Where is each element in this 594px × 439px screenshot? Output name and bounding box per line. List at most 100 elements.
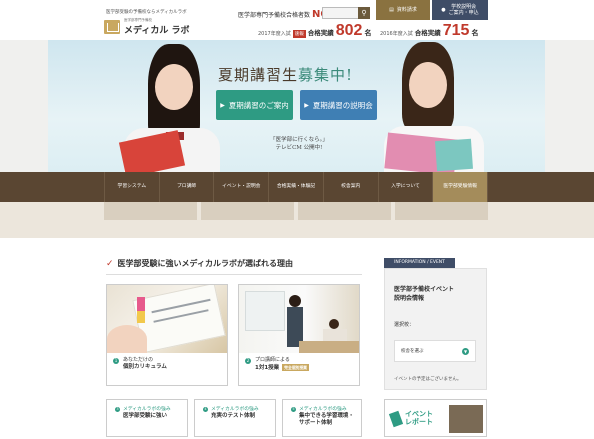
search-icon[interactable]: ⚲ (358, 7, 370, 19)
hero-title: 夏期講習生募集中! (218, 64, 353, 85)
nav-item-learning-system[interactable]: 学習システム (104, 172, 159, 202)
reason-line2-2: 1対1授業 (255, 365, 280, 371)
summer-course-session-label: 夏期講習の説明会 (312, 100, 373, 110)
reason-photo-1 (107, 285, 227, 353)
reason-card-1[interactable]: 1 あなただけの 個別カリキュラム (106, 284, 228, 386)
school-info-session-button[interactable]: ● 学校説明会 ご案内・申込 (432, 0, 488, 20)
nav-item-campuses[interactable]: 校舎案内 (322, 172, 378, 202)
strength-line1-5: メディカルラボの強み (299, 407, 347, 412)
event-report-photo (449, 405, 483, 433)
strength-line2-3: 医学部受験に強い (123, 413, 168, 419)
site-tagline: 医学部受験の予備校ならメディカルラボ (106, 10, 187, 15)
school-icon: ● (441, 7, 446, 13)
site-header: 医学部受験の予備校ならメディカルラボ 医学部専門予備校 メディカル ラボ 医学部… (0, 0, 594, 40)
logo-mark-icon (104, 20, 120, 34)
stat-2016: 2016年度入試 合格実績 715 名 (380, 22, 478, 40)
sidebar-title-line2: 説明会情報 (394, 295, 425, 302)
site-logo[interactable]: 医学部専門予備校 メディカル ラボ (104, 18, 190, 36)
global-nav-items: 学習システム プロ講師 イベント・説明会 合格実績・体験記 校舎案内 入学につい… (104, 172, 489, 202)
sidebar-title-line1: 医学部予備校イベント (394, 286, 455, 293)
reason-photo-2 (239, 285, 359, 353)
thumbnail[interactable] (298, 202, 391, 220)
stat-2016-label: 合格実績 (414, 29, 441, 37)
reason-number-2: 2 (245, 358, 251, 364)
stat-2017-label: 合格実績 (307, 29, 334, 37)
campus-select-value: 校舎を選ぶ (401, 349, 424, 354)
request-materials-label: 資料請求 (396, 7, 417, 13)
thumbnail[interactable] (201, 202, 294, 220)
summer-course-session-button[interactable]: ▶ 夏期講習の説明会 (300, 90, 377, 120)
rank-label: 医学部専門予備校合格者数 (238, 12, 311, 19)
reason-line2-1: 個別カリキュラム (123, 364, 167, 370)
hero-title-b: 募集中! (298, 66, 354, 84)
event-report-line2: レポート (405, 418, 433, 426)
nav-item-med-info[interactable]: 医学部受験情報 (432, 172, 489, 202)
stat-2016-value: 715 (442, 22, 470, 39)
hero-banner: 夏期講習生募集中! ▶ 夏期講習のご案内 ▶ 夏期講習の説明会 「医学部に行くな… (0, 40, 594, 172)
stat-2016-year: 2016年度入試 (380, 31, 413, 37)
summer-course-guide-label: 夏期講習のご案内 (228, 100, 289, 110)
section-divider (106, 274, 362, 275)
strength-number-5: 5 (291, 407, 296, 412)
logo-sub: 医学部専門予備校 (124, 18, 152, 22)
sidebar-title: 医学部予備校イベント 説明会情報 (394, 285, 454, 303)
reason-card-2[interactable]: 2 プロ講師による 1対1授業 完全個別授業 (238, 284, 360, 386)
strength-card-5[interactable]: 5 メディカルラボの強み 集中できる学習環境・サポート体制 (282, 399, 362, 437)
request-materials-button[interactable]: ▤ 資料請求 (376, 0, 430, 20)
arrow-right-icon: ▶ (304, 101, 309, 109)
thumbnail-band (0, 202, 594, 238)
no-events-note: イベントの予定はございません。 (394, 377, 462, 382)
reason-number-1: 1 (113, 358, 119, 364)
nav-item-admission[interactable]: 入学について (377, 172, 433, 202)
logo-text-block: 医学部専門予備校 メディカル ラボ (124, 18, 190, 36)
stat-2017-badge: 速報 (292, 30, 306, 38)
document-icon: ▤ (389, 7, 394, 13)
thumbnail[interactable] (395, 202, 488, 220)
strength-number-4: 4 (203, 407, 208, 412)
hero-right-margin (545, 40, 594, 172)
campus-select[interactable]: 校舎を選ぶ ▼ (394, 340, 476, 362)
school-info-line2: ご案内・申込 (448, 10, 479, 16)
stat-2017-year: 2017年度入試 (258, 31, 291, 37)
strength-card-3[interactable]: 3 メディカルラボの強み 医学部受験に強い (106, 399, 188, 437)
strength-card-4[interactable]: 4 メディカルラボの強み 充実のテスト体制 (194, 399, 276, 437)
pencil-icon (388, 410, 404, 428)
stat-2016-unit: 名 (471, 29, 479, 37)
event-report-banner[interactable]: イベント レポート (384, 399, 487, 437)
thumbnail-strip (104, 202, 488, 220)
summer-course-guide-button[interactable]: ▶ 夏期講習のご案内 (216, 90, 293, 120)
nav-item-results[interactable]: 合格実績・体験記 (268, 172, 323, 202)
tv-cm-line2: テレビCM 公開中! (275, 145, 323, 151)
global-nav: 学習システム プロ講師 イベント・説明会 合格実績・体験記 校舎案内 入学につい… (0, 172, 594, 202)
stat-2017-unit: 名 (364, 29, 372, 37)
hero-left-margin (0, 40, 48, 172)
sidebar-tag: INFORMATION / EVENT (384, 258, 455, 268)
strength-line2-4: 充実のテスト体制 (211, 413, 256, 419)
reason-caption-2: 2 プロ講師による 1対1授業 完全個別授業 (245, 357, 309, 372)
section-title: ✓ 医学部受験に強いメディカルラボが選ばれる理由 (106, 258, 293, 269)
stat-2017-value: 802 (335, 22, 363, 39)
reason-line1-2: プロ講師による (255, 357, 290, 363)
strength-line1-3: メディカルラボの強み (123, 407, 171, 412)
check-icon: ✓ (106, 258, 114, 269)
strength-line2-5: 集中できる学習環境・サポート体制 (299, 413, 354, 426)
campus-select-label: 選択校： (394, 322, 415, 328)
stat-2017: 2017年度入試 速報 合格実績 802 名 (258, 22, 371, 40)
section-title-text: 医学部受験に強いメディカルラボが選ばれる理由 (117, 259, 293, 268)
thumbnail[interactable] (104, 202, 197, 220)
strength-line1-4: メディカルラボの強み (211, 407, 259, 412)
strength-number-3: 3 (115, 407, 120, 412)
school-info-session-label: 学校説明会 ご案内・申込 (449, 4, 479, 16)
hero-student-right (380, 40, 490, 172)
reason-tag-2: 完全個別授業 (282, 364, 309, 371)
chevron-down-icon: ▼ (462, 348, 469, 355)
hero-student-left (110, 40, 220, 172)
tv-cm-link[interactable]: 「医学部に行くなら。」 テレビCM 公開中! (255, 136, 343, 152)
event-report-line1: イベント (405, 410, 433, 418)
event-report-text: イベント レポート (405, 410, 433, 426)
hero-title-a: 夏期講習生 (218, 66, 299, 84)
nav-item-pro-teachers[interactable]: プロ講師 (158, 172, 214, 202)
reason-caption-1: 1 あなただけの 個別カリキュラム (113, 357, 167, 371)
nav-item-events[interactable]: イベント・説明会 (213, 172, 268, 202)
reason-line1-1: あなただけの (123, 357, 154, 363)
